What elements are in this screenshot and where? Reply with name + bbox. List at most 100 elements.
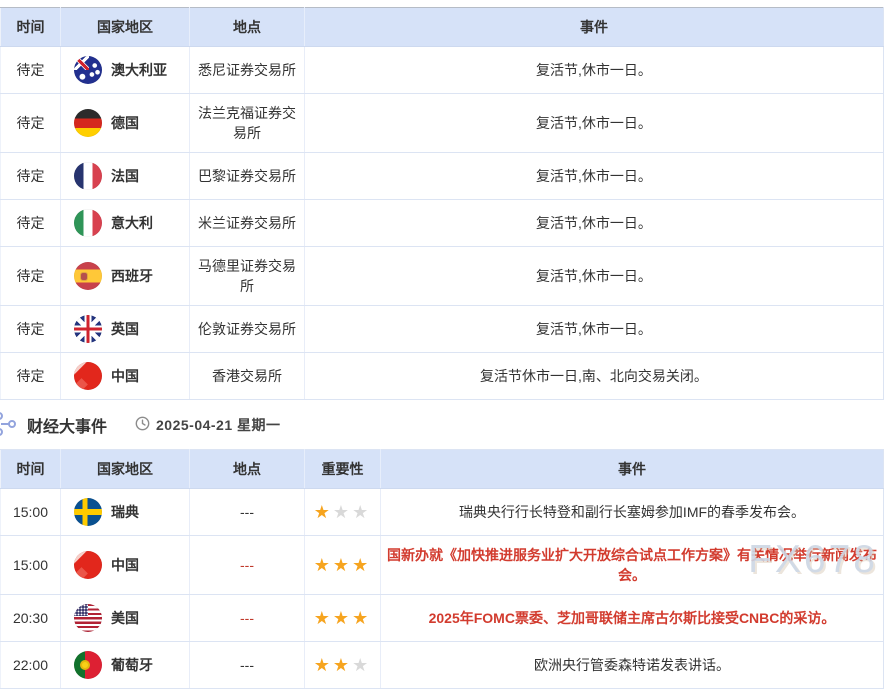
star-icon: ★: [314, 608, 333, 628]
header-event: 事件: [381, 450, 884, 489]
country-cell: 美国: [61, 595, 190, 642]
australia-flag: [74, 56, 102, 84]
time-cell: 待定: [1, 247, 61, 306]
holiday-table: 时间 国家地区 地点 事件 待定 澳大利亚 悉尼证券交易所 复活节,休市一日。 …: [0, 7, 884, 400]
china-flag: [74, 362, 102, 390]
event-row: 22:00 葡萄牙 --- ★★★ 欧洲央行管委森特诺发表讲话。: [1, 642, 884, 689]
star-rating: ★★★: [314, 655, 371, 675]
location-cell: ---: [190, 642, 305, 689]
network-icon: [0, 411, 19, 440]
header-event: 事件: [305, 8, 884, 47]
events-table-body: 15:00 瑞典 --- ★★★ 瑞典央行行长特登和副行长塞姆参加IMF的春季发…: [1, 489, 884, 689]
importance-cell: ★★★: [305, 595, 381, 642]
star-icon: ★: [333, 555, 352, 575]
country-label: 西班牙: [111, 266, 153, 286]
event-cell: 复活节,休市一日。: [305, 47, 884, 94]
events-table: 时间 国家地区 地点 重要性 事件 15:00 瑞典 --- ★★★ 瑞典央行行…: [0, 449, 884, 689]
country-label: 葡萄牙: [111, 655, 153, 675]
italy-flag: [74, 209, 102, 237]
time-cell: 22:00: [1, 642, 61, 689]
time-cell: 待定: [1, 200, 61, 247]
star-rating: ★★★: [314, 608, 371, 628]
location-cell: 伦敦证券交易所: [190, 306, 305, 353]
time-cell: 待定: [1, 47, 61, 94]
holiday-table-body: 待定 澳大利亚 悉尼证券交易所 复活节,休市一日。 待定 德国 法兰克福证券交易…: [1, 47, 884, 400]
header-time: 时间: [1, 450, 61, 489]
country-cell: 中国: [61, 353, 190, 400]
event-row: 15:00 瑞典 --- ★★★ 瑞典央行行长特登和副行长塞姆参加IMF的春季发…: [1, 489, 884, 536]
holiday-row: 待定 德国 法兰克福证券交易所 复活节,休市一日。: [1, 94, 884, 153]
portugal-flag: [74, 651, 102, 679]
time-cell: 待定: [1, 306, 61, 353]
star-icon: ★: [333, 608, 352, 628]
country-cell: 葡萄牙: [61, 642, 190, 689]
usa-flag: [74, 604, 102, 632]
event-row: 20:30 美国 --- ★★★ 2025年FOMC票委、芝加哥联储主席古尔斯比…: [1, 595, 884, 642]
location-cell: 米兰证券交易所: [190, 200, 305, 247]
holiday-row: 待定 英国 伦敦证券交易所 复活节,休市一日。: [1, 306, 884, 353]
star-icon: ★: [352, 608, 371, 628]
country-cell: 法国: [61, 153, 190, 200]
country-cell: 西班牙: [61, 247, 190, 306]
star-icon: ★: [333, 502, 352, 522]
country-label: 瑞典: [111, 502, 139, 522]
location-cell: 巴黎证券交易所: [190, 153, 305, 200]
country-label: 中国: [111, 555, 139, 575]
spain-flag: [74, 262, 102, 290]
time-cell: 待定: [1, 94, 61, 153]
header-location: 地点: [190, 8, 305, 47]
country-label: 英国: [111, 319, 139, 339]
star-icon: ★: [314, 555, 333, 575]
star-rating: ★★★: [314, 555, 371, 575]
event-cell: 复活节,休市一日。: [305, 153, 884, 200]
sweden-flag: [74, 498, 102, 526]
france-flag: [74, 162, 102, 190]
clock-icon: [135, 416, 150, 434]
event-cell: 欧洲央行管委森特诺发表讲话。: [381, 642, 884, 689]
country-cell: 英国: [61, 306, 190, 353]
star-icon: ★: [314, 502, 333, 522]
header-country: 国家地区: [61, 8, 190, 47]
holiday-row: 待定 澳大利亚 悉尼证券交易所 复活节,休市一日。: [1, 47, 884, 94]
event-cell: 2025年FOMC票委、芝加哥联储主席古尔斯比接受CNBC的采访。: [381, 595, 884, 642]
uk-flag: [74, 315, 102, 343]
events-table-header: 时间 国家地区 地点 重要性 事件: [1, 450, 884, 489]
location-cell: 悉尼证券交易所: [190, 47, 305, 94]
importance-cell: ★★★: [305, 642, 381, 689]
event-cell: 复活节休市一日,南、北向交易关闭。: [305, 353, 884, 400]
country-cell: 德国: [61, 94, 190, 153]
location-cell: 法兰克福证券交易所: [190, 94, 305, 153]
location-cell: 马德里证券交易所: [190, 247, 305, 306]
section-header: 财经大事件 2025-04-21 星期一: [0, 409, 887, 441]
time-cell: 待定: [1, 153, 61, 200]
importance-cell: ★★★: [305, 489, 381, 536]
holiday-row: 待定 西班牙 马德里证券交易所 复活节,休市一日。: [1, 247, 884, 306]
location-cell: 香港交易所: [190, 353, 305, 400]
china-flag: [74, 551, 102, 579]
header-location: 地点: [190, 450, 305, 489]
event-cell: 复活节,休市一日。: [305, 306, 884, 353]
time-cell: 待定: [1, 353, 61, 400]
holiday-table-header: 时间 国家地区 地点 事件: [1, 8, 884, 47]
location-cell: ---: [190, 489, 305, 536]
time-cell: 15:00: [1, 489, 61, 536]
time-cell: 20:30: [1, 595, 61, 642]
section-date: 2025-04-21 星期一: [156, 415, 281, 435]
country-label: 法国: [111, 166, 139, 186]
star-icon: ★: [333, 655, 352, 675]
country-label: 意大利: [111, 213, 153, 233]
event-cell: 复活节,休市一日。: [305, 247, 884, 306]
country-label: 美国: [111, 608, 139, 628]
country-label: 澳大利亚: [111, 60, 167, 80]
section-title: 财经大事件: [27, 413, 107, 437]
country-label: 德国: [111, 113, 139, 133]
holiday-row: 待定 中国 香港交易所 复活节休市一日,南、北向交易关闭。: [1, 353, 884, 400]
country-cell: 意大利: [61, 200, 190, 247]
star-icon: ★: [352, 555, 371, 575]
holiday-row: 待定 法国 巴黎证券交易所 复活节,休市一日。: [1, 153, 884, 200]
holiday-row: 待定 意大利 米兰证券交易所 复活节,休市一日。: [1, 200, 884, 247]
star-icon: ★: [314, 655, 333, 675]
date-group: 2025-04-21 星期一: [135, 415, 281, 435]
star-rating: ★★★: [314, 502, 371, 522]
star-icon: ★: [352, 655, 371, 675]
